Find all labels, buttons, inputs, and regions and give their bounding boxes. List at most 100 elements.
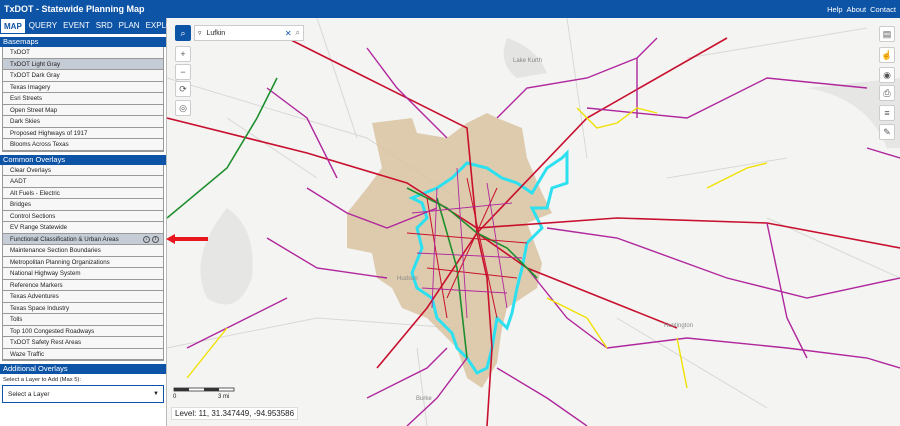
- overlay-item-label: Texas Adventures: [10, 293, 59, 300]
- overlay-item-label: EV Range Statewide: [10, 224, 68, 231]
- search-value: Lufkin: [206, 29, 226, 37]
- overlay-item-label: Bridges: [10, 201, 31, 208]
- overlay-item-label: Alt Fuels - Electric: [10, 189, 60, 197]
- zoom-in-button[interactable]: +: [175, 46, 191, 62]
- basemap-item[interactable]: TxDOT Light Gray: [3, 58, 163, 70]
- list-icon: ≡: [884, 108, 890, 118]
- search-input[interactable]: ▿ Lufkin ✕ ⌕: [194, 25, 304, 41]
- add-layer-label: Select a Layer to Add (Max 5):: [3, 377, 81, 383]
- overlay-item-label: Texas Space Industry: [10, 304, 70, 312]
- print-button[interactable]: ⎙: [879, 85, 895, 101]
- basemap-item-label: Open Street Map: [10, 106, 58, 114]
- locate-button[interactable]: ◎: [175, 100, 191, 116]
- tab-event[interactable]: EVENT: [60, 18, 93, 34]
- basemap-item-label: Dark Skies: [10, 118, 40, 125]
- layer-select[interactable]: Select a Layer ▼: [2, 385, 164, 403]
- list-button[interactable]: ≡: [879, 105, 895, 121]
- basemap-item-label: TxDOT: [10, 49, 30, 56]
- place-label-hudson: Hudson: [397, 276, 418, 282]
- overlay-item[interactable]: Texas Space Industry: [3, 302, 163, 314]
- tab-plan[interactable]: PLAN: [116, 18, 143, 34]
- layers-button[interactable]: ▤: [879, 26, 895, 42]
- overlay-item[interactable]: Maintenance Section Boundaries: [3, 245, 163, 257]
- map-canvas[interactable]: Lake Kurth Hudson Huntington Burke ⌕ ▿ L…: [167, 18, 900, 426]
- basemap-list: TxDOT TxDOT Light Gray TxDOT Dark Gray Texa…: [2, 47, 164, 152]
- locate-icon: ◎: [179, 102, 187, 113]
- overlay-item-label: Maintenance Section Boundaries: [10, 247, 101, 254]
- overlay-item-label: AADT: [10, 178, 27, 185]
- sidebar-tabs: MAP QUERY EVENT SRD PLAN EXPLORE: [0, 18, 183, 34]
- overlay-item[interactable]: Bridges: [3, 199, 163, 211]
- top-bar: TxDOT - Statewide Planning Map Help Abou…: [0, 0, 900, 18]
- overlay-item[interactable]: AADT: [3, 176, 163, 188]
- search-icon[interactable]: ⌕: [296, 28, 300, 38]
- overlay-item-label: Functional Classification & Urban Areas: [10, 235, 119, 243]
- layer-select-value: Select a Layer: [8, 390, 50, 398]
- download-icon[interactable]: ↓: [143, 235, 150, 243]
- overlay-item[interactable]: Top 100 Congested Roadways: [3, 325, 163, 337]
- overlay-item[interactable]: Reference Markers: [3, 279, 163, 291]
- refresh-button[interactable]: ⟳: [175, 81, 191, 97]
- contact-link[interactable]: Contact: [870, 5, 896, 14]
- overlay-item-label: Clear Overlays: [10, 166, 51, 174]
- zoom-out-icon: −: [180, 67, 186, 77]
- scale-label-start: 0: [173, 394, 177, 400]
- basemap-item[interactable]: Blooms Across Texas: [3, 139, 163, 151]
- overlay-item-label: Waze Traffic: [10, 350, 45, 358]
- place-label-lake-kurth: Lake Kurth: [513, 58, 543, 64]
- overlay-item[interactable]: EV Range Statewide: [3, 222, 163, 234]
- map-graphics: [167, 18, 900, 426]
- overlay-item-actions: ↓ i: [143, 234, 159, 243]
- basemap-item[interactable]: Open Street Map: [3, 104, 163, 116]
- scale-label-end: 3 mi: [218, 394, 230, 400]
- overlay-item[interactable]: National Highway System: [3, 268, 163, 280]
- overlay-item[interactable]: Clear Overlays: [3, 164, 163, 176]
- search-button[interactable]: ⌕: [175, 25, 191, 41]
- print-icon: ⎙: [883, 87, 891, 98]
- identify-icon: ◉: [883, 69, 891, 80]
- top-links: Help About Contact: [827, 5, 900, 14]
- overlay-item[interactable]: Tolls: [3, 314, 163, 326]
- zoom-in-icon: +: [180, 49, 186, 59]
- overlay-item[interactable]: Texas Adventures: [3, 291, 163, 303]
- basemaps-header: Basemaps: [0, 37, 166, 47]
- close-icon[interactable]: ✕: [285, 29, 292, 38]
- search-icon: ⌕: [180, 27, 186, 38]
- overlay-item-label: Metropolitan Planning Organizations: [10, 258, 110, 266]
- overlay-item[interactable]: Alt Fuels - Electric: [3, 187, 163, 199]
- refresh-icon: ⟳: [179, 83, 187, 94]
- overlay-list: Clear Overlays AADT Alt Fuels - Electric Br…: [2, 164, 164, 361]
- edit-button[interactable]: ✎: [879, 124, 895, 140]
- overlay-item-label: Reference Markers: [10, 281, 63, 289]
- overlay-item[interactable]: Functional Classification & Urban Areas ↓…: [3, 233, 163, 245]
- scale-bar-graphic: [173, 387, 235, 392]
- help-link[interactable]: Help: [827, 5, 842, 14]
- basemap-item-label: Proposed Highways of 1917: [10, 129, 88, 137]
- chevron-down-icon: ▼: [153, 391, 159, 397]
- tab-srd[interactable]: SRD: [93, 18, 116, 34]
- overlay-item[interactable]: Control Sections: [3, 210, 163, 222]
- tab-query[interactable]: QUERY: [26, 18, 60, 34]
- basemap-item-label: TxDOT Light Gray: [10, 60, 61, 68]
- app-title: TxDOT - Statewide Planning Map: [4, 4, 145, 14]
- basemap-item[interactable]: Texas Imagery: [3, 81, 163, 93]
- overlay-item[interactable]: TxDOT Safety Rest Areas: [3, 337, 163, 349]
- identify-button[interactable]: ◉: [879, 67, 895, 83]
- info-icon[interactable]: i: [152, 235, 159, 243]
- basemap-item-label: Blooms Across Texas: [10, 141, 69, 148]
- overlay-item[interactable]: Waze Traffic: [3, 348, 163, 360]
- basemap-item[interactable]: Dark Skies: [3, 116, 163, 128]
- tab-map[interactable]: MAP: [0, 18, 26, 34]
- zoom-out-button[interactable]: −: [175, 64, 191, 80]
- tap-button[interactable]: ☝: [879, 47, 895, 63]
- basemap-item[interactable]: TxDOT: [3, 47, 163, 59]
- overlay-item-label: Tolls: [10, 316, 23, 323]
- basemap-item[interactable]: Esri Streets: [3, 93, 163, 105]
- about-link[interactable]: About: [847, 5, 867, 14]
- basemap-item-label: Texas Imagery: [10, 83, 51, 91]
- overlay-item[interactable]: Metropolitan Planning Organizations: [3, 256, 163, 268]
- overlay-item-label: TxDOT Safety Rest Areas: [10, 339, 82, 346]
- basemap-item[interactable]: Proposed Highways of 1917: [3, 127, 163, 139]
- basemap-item-label: TxDOT Dark Gray: [10, 72, 60, 79]
- basemap-item[interactable]: TxDOT Dark Gray: [3, 70, 163, 82]
